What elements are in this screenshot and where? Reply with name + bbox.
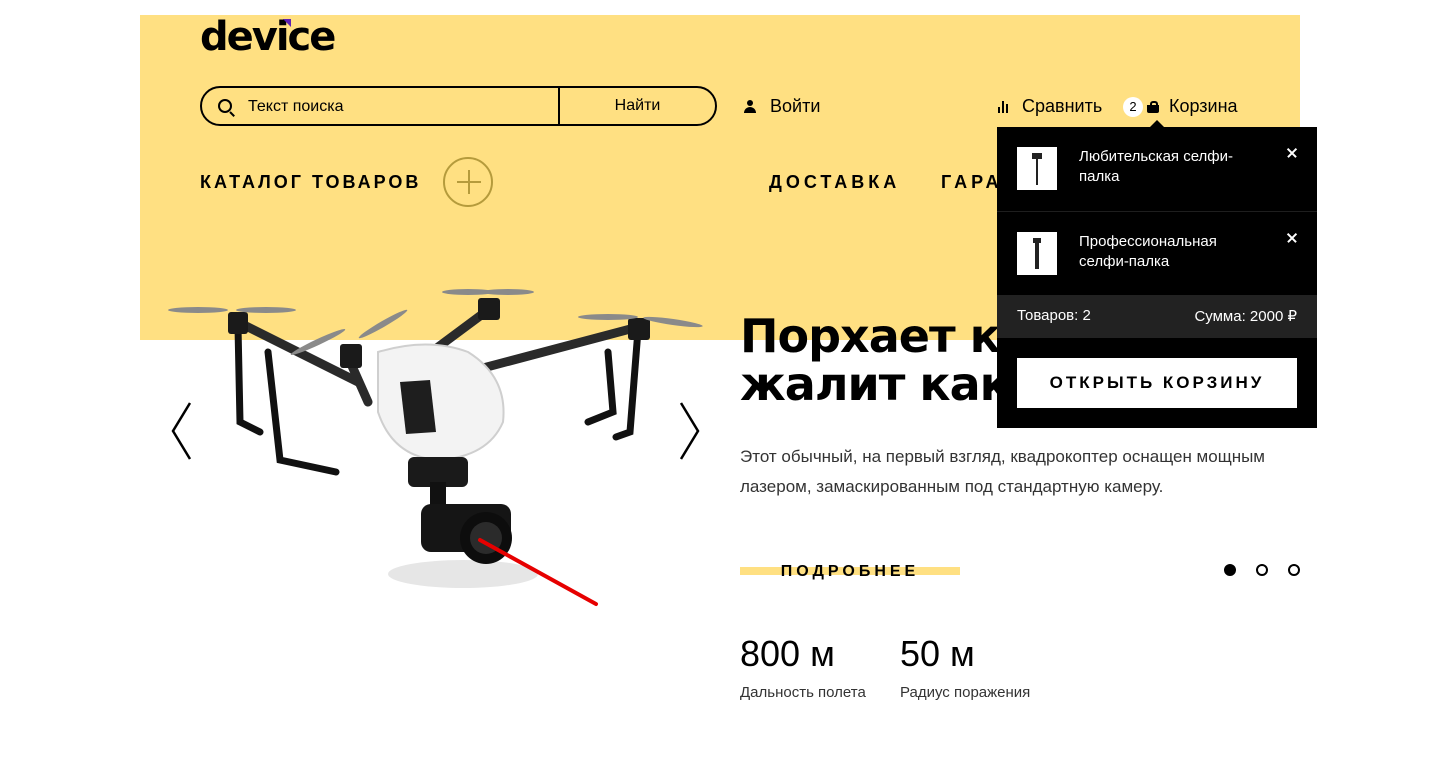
stat-label: Дальность полета bbox=[740, 684, 866, 701]
cart-label: Корзина bbox=[1169, 96, 1238, 116]
stat-value: 800 м bbox=[740, 633, 835, 674]
product-image-drone bbox=[168, 282, 708, 622]
nav-item-guarantee[interactable]: ГАРА bbox=[941, 172, 1003, 193]
stat-radius: 50 м Радиус поражения bbox=[900, 633, 1031, 702]
slider-dot-1[interactable] bbox=[1224, 564, 1236, 576]
bag-icon bbox=[1147, 100, 1159, 113]
cart-item: Профессиональная селфи-палка bbox=[997, 211, 1317, 295]
compare-icon bbox=[998, 100, 1010, 113]
compare-label: Сравнить bbox=[1022, 96, 1103, 116]
search-form: Найти bbox=[200, 86, 717, 126]
cart-summary: Товаров: 2 Сумма: 2000 ₽ bbox=[997, 295, 1317, 338]
chevron-right-icon[interactable] bbox=[679, 402, 701, 460]
slider-dot-2[interactable] bbox=[1256, 564, 1268, 576]
selfie-stick-thumbnail bbox=[1017, 232, 1057, 275]
cart-total-sum: Сумма: 2000 ₽ bbox=[1194, 308, 1297, 325]
close-icon[interactable] bbox=[1285, 231, 1299, 245]
open-cart-button[interactable]: ОТКРЫТЬ КОРЗИНУ bbox=[1017, 358, 1297, 408]
plus-icon[interactable] bbox=[443, 157, 493, 207]
cart-link[interactable]: 2 Корзина bbox=[1123, 96, 1238, 117]
slider-pagination bbox=[1224, 564, 1300, 576]
cart-total-count: Товаров: 2 bbox=[1017, 307, 1091, 324]
cart-popup: Любительская селфи-палка Профессиональна… bbox=[997, 127, 1317, 428]
stat-label: Радиус поражения bbox=[900, 684, 1031, 701]
search-button[interactable]: Найти bbox=[560, 88, 715, 124]
slide-description: Этот обычный, на первый взгляд, квадроко… bbox=[740, 447, 1265, 496]
close-icon[interactable] bbox=[1285, 146, 1299, 160]
more-button[interactable]: ПОДРОБНЕЕ bbox=[740, 562, 960, 582]
headline-line-1: Порхает ка bbox=[740, 309, 1031, 363]
login-label: Войти bbox=[770, 96, 821, 116]
nav-item-delivery[interactable]: ДОСТАВКА bbox=[769, 172, 900, 193]
compare-link[interactable]: Сравнить bbox=[998, 96, 1102, 117]
logo-accent-icon bbox=[283, 19, 291, 27]
cart-item: Любительская селфи-палка bbox=[997, 127, 1317, 211]
logo[interactable]: device bbox=[200, 14, 336, 60]
login-link[interactable]: Войти bbox=[744, 96, 820, 117]
selfie-stick-thumbnail bbox=[1017, 147, 1057, 190]
slider-dot-3[interactable] bbox=[1288, 564, 1300, 576]
headline-line-2: жалит как bbox=[740, 357, 1011, 411]
cart-item-name: Любительская селфи-палка bbox=[1079, 148, 1234, 185]
chevron-left-icon[interactable] bbox=[170, 402, 192, 460]
cart-count-badge: 2 bbox=[1123, 96, 1143, 117]
cart-item-name: Профессиональная селфи-палка bbox=[1079, 233, 1217, 270]
stat-range: 800 м Дальность полета bbox=[740, 633, 866, 702]
user-icon bbox=[744, 100, 756, 113]
catalog-link[interactable]: КАТАЛОГ ТОВАРОВ bbox=[200, 172, 421, 193]
search-icon bbox=[218, 99, 232, 113]
stat-value: 50 м bbox=[900, 633, 975, 674]
search-input[interactable] bbox=[248, 97, 548, 117]
